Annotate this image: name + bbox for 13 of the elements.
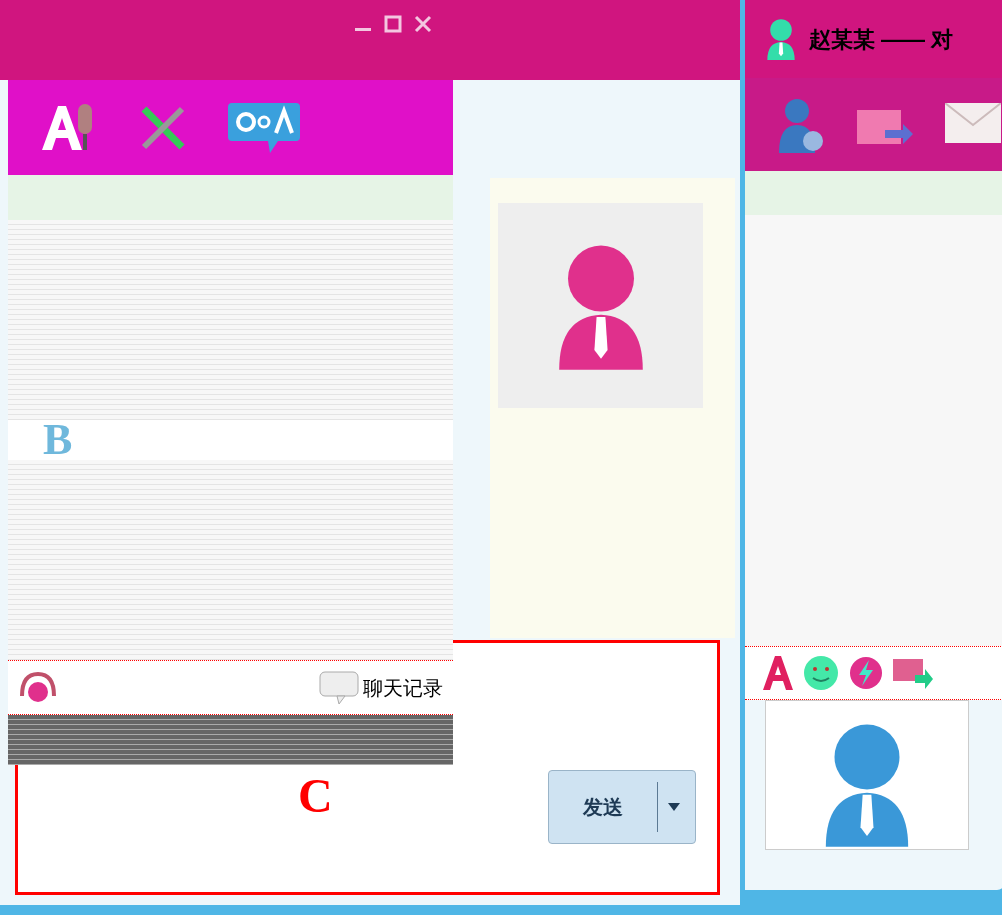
chat-history-button[interactable]: 聊天记录 (319, 670, 443, 705)
smiley-icon[interactable] (803, 655, 839, 692)
area-label: B (8, 420, 453, 460)
window-title: 赵某某 —— 对 (809, 25, 954, 54)
lightning-icon[interactable] (849, 656, 883, 691)
send-button[interactable]: 发送 (548, 770, 696, 844)
font-icon[interactable] (763, 656, 793, 691)
caret-icon (668, 803, 680, 811)
close-icon[interactable] (413, 14, 433, 34)
screen-arrow-icon[interactable] (893, 657, 933, 690)
area-label: C (298, 772, 333, 820)
speech-bubble-icon (319, 670, 359, 705)
maximize-icon[interactable] (383, 14, 403, 34)
